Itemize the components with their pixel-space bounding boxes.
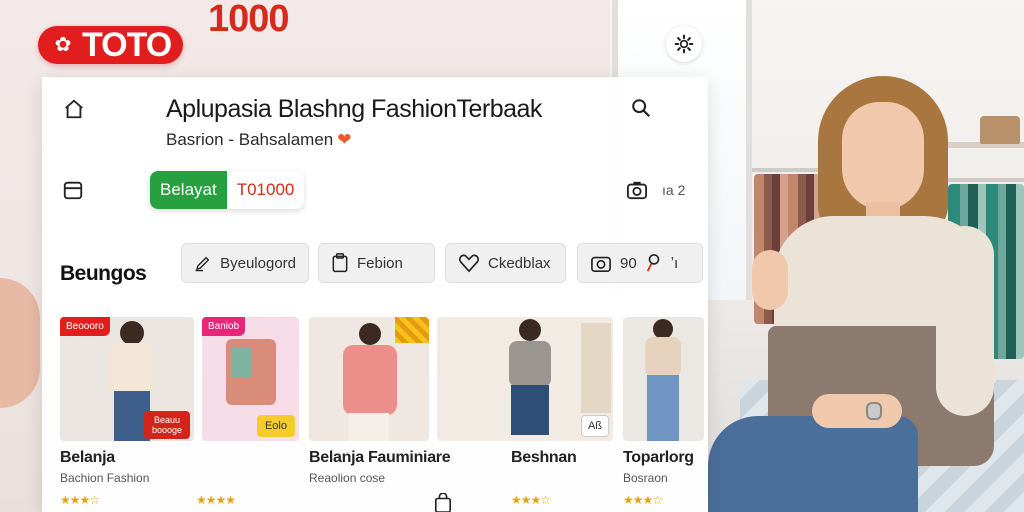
- product-rating: ★★★☆: [511, 493, 551, 507]
- chip-label: 90: [620, 254, 637, 272]
- product-card[interactable]: Belanja Fauminiare Reaolion cose: [309, 317, 451, 512]
- chip-label: Febion: [357, 254, 403, 272]
- user-search-icon: [646, 254, 659, 272]
- page-title: Aplupasia Blashng FashionTerbaak: [166, 95, 542, 123]
- chip-label: Ckedblax: [488, 254, 551, 272]
- camera-icon: [591, 256, 611, 272]
- home-icon[interactable]: [62, 97, 86, 121]
- product-rating: ★★★☆: [60, 493, 100, 507]
- chip-byeulogord[interactable]: Byeulogord: [181, 243, 309, 283]
- product-desc: Reaolion cose: [309, 471, 386, 485]
- shop-cta[interactable]: Belayat T0⁠1000: [150, 171, 305, 209]
- product-image: Beoooro Beauu boooge: [60, 317, 194, 441]
- app-panel: Aplupasia Blashng FashionTerbaak Basrion…: [42, 77, 708, 512]
- camera-icon[interactable]: [626, 180, 648, 200]
- heart-emoji: ❤: [337, 130, 352, 149]
- product-name: Beshnan: [511, 449, 577, 466]
- product-tag: Beauu boooge: [144, 411, 190, 439]
- product-card[interactable]: Toparlorg Bosraon ★★★☆: [623, 317, 704, 512]
- product-image: [309, 317, 429, 441]
- heart-icon: [459, 254, 479, 273]
- brand-logo[interactable]: ✿ TOTO: [38, 25, 184, 64]
- shopping-bag-icon[interactable]: [434, 492, 454, 512]
- camera-count: ıa 2: [662, 182, 686, 198]
- subtitle-text: Basrion - Bahsalamen: [166, 130, 334, 149]
- product-tag: Aß: [580, 415, 609, 437]
- logo-number: 1000: [208, 0, 290, 40]
- product-name: Toparlorg: [623, 449, 694, 466]
- model-jeans: [708, 416, 918, 512]
- corner-badge: [395, 317, 429, 343]
- model-watch: [866, 402, 882, 420]
- model-hand-resting: [812, 394, 902, 428]
- product-desc: Bosraon: [623, 471, 668, 485]
- search-icon[interactable]: [628, 95, 654, 121]
- product-image: [623, 317, 704, 441]
- product-tag: Eolo: [256, 415, 295, 437]
- product-rating: ★★★★: [196, 493, 236, 507]
- product-card[interactable]: Beoooro Beauu boooge Belanja Bachion Fas…: [60, 317, 194, 512]
- product-name: Belanja: [60, 449, 115, 466]
- product-card[interactable]: Baniob Eolo ★★★★: [196, 317, 299, 512]
- product-badge: Baniob: [202, 317, 246, 336]
- product-image: Baniob Eolo: [202, 317, 299, 441]
- product-badge: Beoooro: [60, 317, 110, 336]
- background-person-arm: [0, 278, 40, 408]
- chip-extra: ʼı: [670, 254, 679, 272]
- model-photo: [708, 76, 1018, 512]
- logo-flower-icon: ✿: [54, 34, 72, 56]
- model-hand-raised: [752, 250, 788, 310]
- model-face: [842, 102, 924, 210]
- pen-icon: [195, 256, 210, 272]
- clipboard-icon: [332, 253, 348, 273]
- product-image: Aß: [437, 317, 613, 441]
- model-arm: [936, 226, 994, 416]
- brand-code-button[interactable]: T0⁠1000: [226, 171, 305, 209]
- product-desc: Bachion Fashion: [60, 471, 150, 485]
- belayat-button[interactable]: Belayat: [150, 171, 227, 209]
- page-subtitle: Basrion - Bahsalamen ❤: [166, 130, 352, 150]
- product-rating: ★★★☆: [623, 493, 663, 507]
- chip-febion[interactable]: Febion: [318, 243, 435, 283]
- product-name: Belanja Fauminiare: [309, 449, 451, 466]
- box-icon[interactable]: [62, 179, 84, 201]
- chip-camera[interactable]: 90 ʼı: [577, 243, 703, 283]
- product-card[interactable]: Aß Beshnan ★★★☆: [437, 317, 613, 512]
- logo-text: TOTO: [82, 25, 172, 64]
- gear-icon[interactable]: [666, 26, 702, 62]
- categories-heading: Beungos: [60, 262, 147, 285]
- chip-ckedblax[interactable]: Ckedblax: [445, 243, 566, 283]
- chip-label: Byeulogord: [220, 254, 296, 272]
